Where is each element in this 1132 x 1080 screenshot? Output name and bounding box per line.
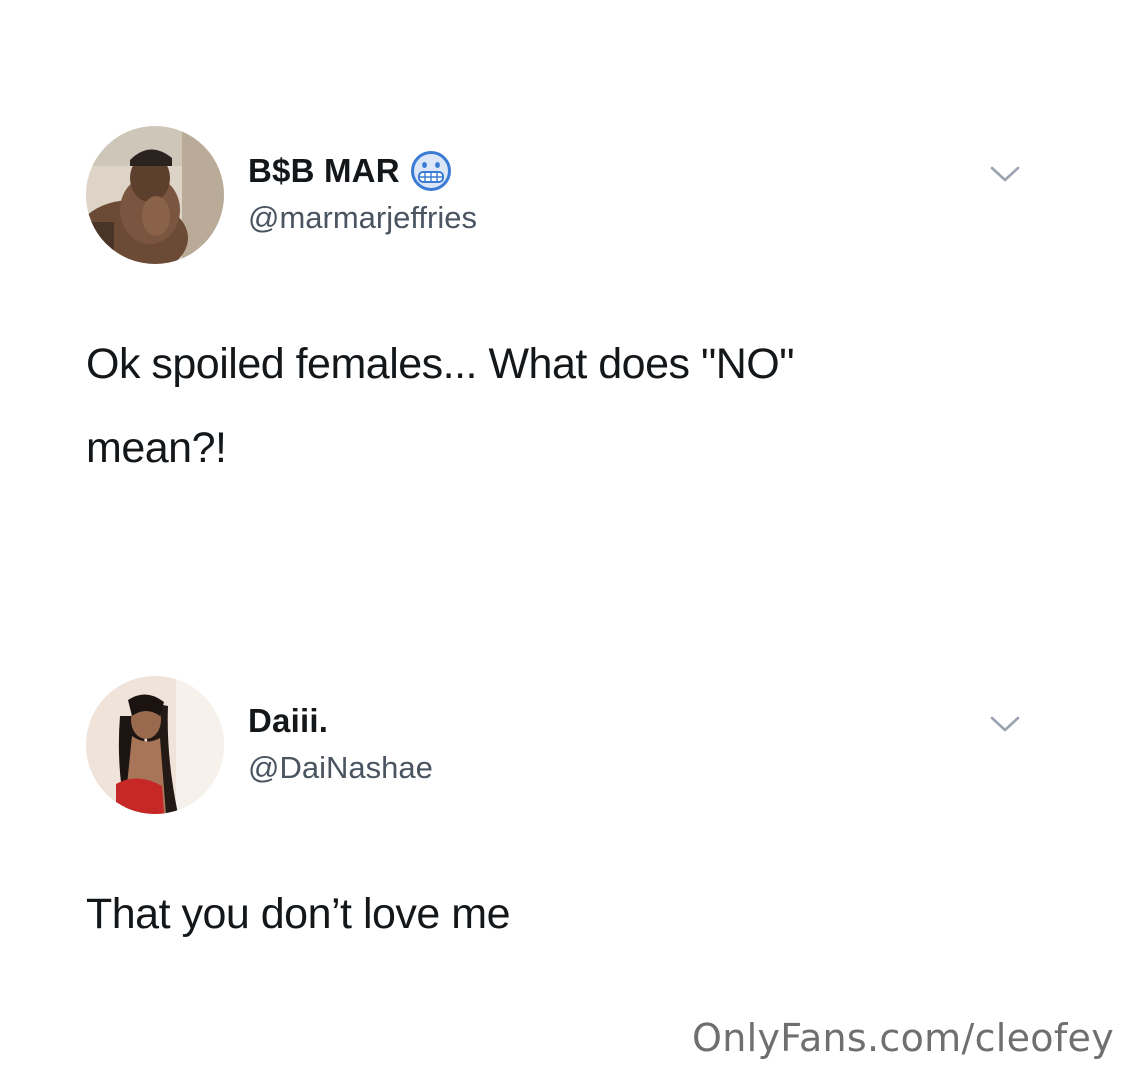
handle[interactable]: @DaiNashae xyxy=(248,750,433,786)
display-name[interactable]: B$B MAR xyxy=(248,152,400,190)
handle[interactable]: @marmarjeffries xyxy=(248,200,477,236)
screenshot: B$B MAR @marmarjeffries Ok spoiled femal… xyxy=(0,0,1132,1080)
display-name[interactable]: Daiii. xyxy=(248,702,328,740)
chevron-down-icon[interactable] xyxy=(988,712,1022,736)
tweet-text-line: That you don’t love me xyxy=(86,890,511,938)
name-row: B$B MAR xyxy=(248,148,452,194)
name-row: Daiii. xyxy=(248,698,328,744)
avatar-photo xyxy=(86,126,224,264)
avatar[interactable] xyxy=(86,676,224,814)
watermark: OnlyFans.com/cleofey xyxy=(692,1016,1114,1060)
tweet-text-line: mean?! xyxy=(86,424,227,472)
tweet-text: That you don’t love me xyxy=(86,872,1046,956)
tweet-text: Ok spoiled females... What does "NO" mea… xyxy=(86,322,1046,490)
grimacing-face-icon xyxy=(410,150,452,192)
avatar-photo xyxy=(86,676,224,814)
chevron-down-icon[interactable] xyxy=(988,162,1022,186)
tweet-text-line: Ok spoiled females... What does "NO" xyxy=(86,340,794,388)
avatar[interactable] xyxy=(86,126,224,264)
